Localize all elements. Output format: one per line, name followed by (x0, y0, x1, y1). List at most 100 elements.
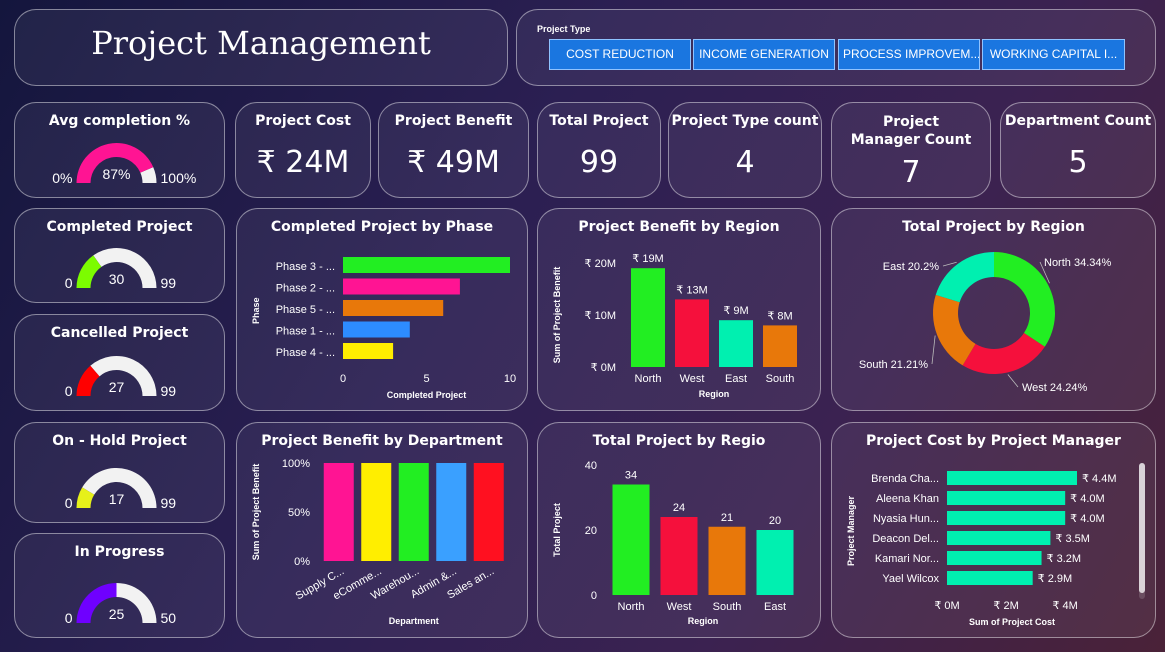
category-label-kamari-nor: Kamari Nor... (875, 553, 939, 565)
bar-warehou (398, 463, 429, 561)
bar-phase-3 (343, 257, 510, 273)
bar-south (708, 526, 746, 595)
header-card: Project Management (14, 9, 508, 86)
x-tick-label: ₹ 2M (993, 600, 1018, 612)
y-axis-title: Sum of Project Benefit (251, 464, 261, 561)
donut-leader-west (1007, 374, 1019, 388)
y-tick-label: 0 (591, 590, 597, 602)
avg-completion-title: Avg completion % (48, 113, 191, 129)
cost-by-manager-chart: Brenda Cha... ₹ 4.4M Aleena Khan ₹ 4.0M Nyas… (846, 471, 1117, 627)
data-label-deacon-del: ₹ 3.5M (1055, 533, 1090, 545)
y-axis-title: Phase (251, 297, 261, 324)
data-label-brenda-cha: ₹ 4.4M (1082, 473, 1117, 485)
cancelled-project-title: Cancelled Project (50, 325, 189, 341)
x-tick-label: 5 (423, 373, 429, 385)
y-tick-label: ₹ 0M (591, 362, 616, 374)
bar-east (756, 530, 794, 595)
gauge-value-label: 17 (109, 491, 125, 507)
category-label-phase-3: Phase 3 - ... (276, 261, 335, 273)
bar-phase-1 (343, 321, 410, 338)
project-cost-card: Project Cost ₹ 24M (235, 102, 371, 198)
manager-list-scroll-thumb[interactable] (1139, 463, 1145, 593)
department-count-card: Department Count 5 (1000, 102, 1156, 198)
project-cost-title: Project Cost (255, 113, 351, 129)
y-axis-title: Project Manager (846, 495, 856, 566)
category-label-nyasia-hun: Nyasia Hun... (873, 513, 939, 525)
bar-north (612, 484, 650, 595)
category-label-phase-5: Phase 5 - ... (276, 304, 335, 316)
category-label-aleena-khan: Aleena Khan (876, 493, 939, 505)
category-label-yael-wilcox: Yael Wilcox (882, 573, 939, 585)
data-label-kamari-nor: ₹ 3.2M (1047, 553, 1082, 565)
data-label-north: ₹ 19M (632, 253, 663, 265)
data-label-aleena-khan: ₹ 4.0M (1070, 493, 1105, 505)
slicer-option-process-improvement[interactable]: PROCESS IMPROVEM... (838, 39, 980, 70)
benefit-by-department-card: Project Benefit by Department Supply C..… (236, 422, 528, 638)
total-project-value: 99 (579, 145, 619, 180)
bar-supply-c (323, 463, 354, 561)
donut-slice-west (962, 332, 1045, 374)
bar-ecomme (361, 463, 392, 561)
on-hold-project-title: On - Hold Project (52, 433, 187, 449)
benefit-by-region-chart: ₹ 19M North ₹ 13M West ₹ 9M East ₹ 8M South ₹ 0M… (552, 253, 797, 399)
data-label-east: 20 (769, 515, 781, 527)
project-benefit-card: Project Benefit ₹ 49M (378, 102, 529, 198)
category-label-phase-2: Phase 2 - ... (276, 283, 335, 295)
completed-by-phase-card: Completed Project by Phase Phase 3 - ...… (236, 208, 528, 411)
x-axis-title: Department (389, 616, 439, 626)
bar-east (719, 320, 753, 367)
slicer-option-working-capital[interactable]: WORKING CAPITAL I... (982, 39, 1125, 70)
department-count-title: Department Count (1004, 113, 1152, 129)
project-benefit-title: Project Benefit (394, 113, 513, 129)
x-tick-label: ₹ 0M (934, 600, 959, 612)
manager-list-scrollbar[interactable] (1139, 463, 1145, 599)
category-label-deacon-del: Deacon Del... (872, 533, 939, 545)
bar-south (763, 325, 797, 367)
page-title: Project Management (91, 24, 431, 62)
y-tick-label: 100% (282, 458, 310, 470)
bar-deacon-del (947, 531, 1051, 545)
y-tick-label: 20 (585, 525, 597, 537)
cost-by-manager-card: Project Cost by Project Manager Brenda C… (831, 422, 1156, 638)
y-axis-title: Sum of Project Benefit (552, 267, 562, 364)
on-hold-project-card: On - Hold Project 0 99 17 (14, 422, 225, 523)
total-by-region-card: Total Project by Region North 34.34% West… (831, 208, 1156, 411)
project-type-count-card: Project Type count 4 (668, 102, 822, 198)
bar-phase-5 (343, 300, 444, 316)
category-label-west: West (680, 373, 705, 385)
gauge-max-label: 99 (161, 383, 177, 399)
bar-phase-4 (343, 343, 394, 359)
total-project-title: Total Project (549, 113, 649, 129)
completed-project-title: Completed Project (46, 219, 193, 235)
category-label-north: North (618, 601, 645, 613)
category-label-south: South (713, 601, 742, 613)
slicer-option-income-generation[interactable]: INCOME GENERATION (693, 39, 835, 70)
bar-north (631, 268, 665, 367)
y-tick-label: 40 (585, 460, 597, 472)
department-count-value: 5 (1068, 145, 1088, 180)
cancelled-project-card: Cancelled Project 0 99 27 (14, 314, 225, 411)
y-tick-label: 0% (294, 556, 310, 568)
gauge-value-label: 25 (109, 606, 125, 622)
data-label-nyasia-hun: ₹ 4.0M (1070, 513, 1105, 525)
donut-label-west: West 24.24% (1022, 382, 1087, 394)
bar-phase-2 (343, 278, 460, 295)
gauge-track (93, 248, 157, 288)
slicer-option-cost-reduction[interactable]: COST REDUCTION (549, 39, 691, 70)
y-tick-label: 50% (288, 507, 310, 519)
gauge-min-label: 0 (65, 495, 73, 511)
x-tick-label: 10 (504, 373, 516, 385)
project-manager-count-card: Project Manager Count 7 (831, 102, 991, 198)
project-type-count-value: 4 (735, 145, 755, 180)
donut-leader-east (942, 261, 957, 267)
category-label-brenda-cha: Brenda Cha... (871, 473, 939, 485)
total-by-regio-chart: 34 North 24 West 21 South 20 East 0 20 40 Region Tot… (552, 460, 794, 626)
data-label-east: ₹ 9M (723, 305, 748, 317)
bar-sales-an (473, 463, 504, 561)
gauge-max-label: 99 (161, 495, 177, 511)
category-label-east: East (764, 601, 786, 613)
data-label-north: 34 (625, 470, 637, 482)
gauge-value-label: 30 (109, 271, 125, 287)
category-label-north: North (635, 373, 662, 385)
bar-nyasia-hun (947, 511, 1066, 525)
